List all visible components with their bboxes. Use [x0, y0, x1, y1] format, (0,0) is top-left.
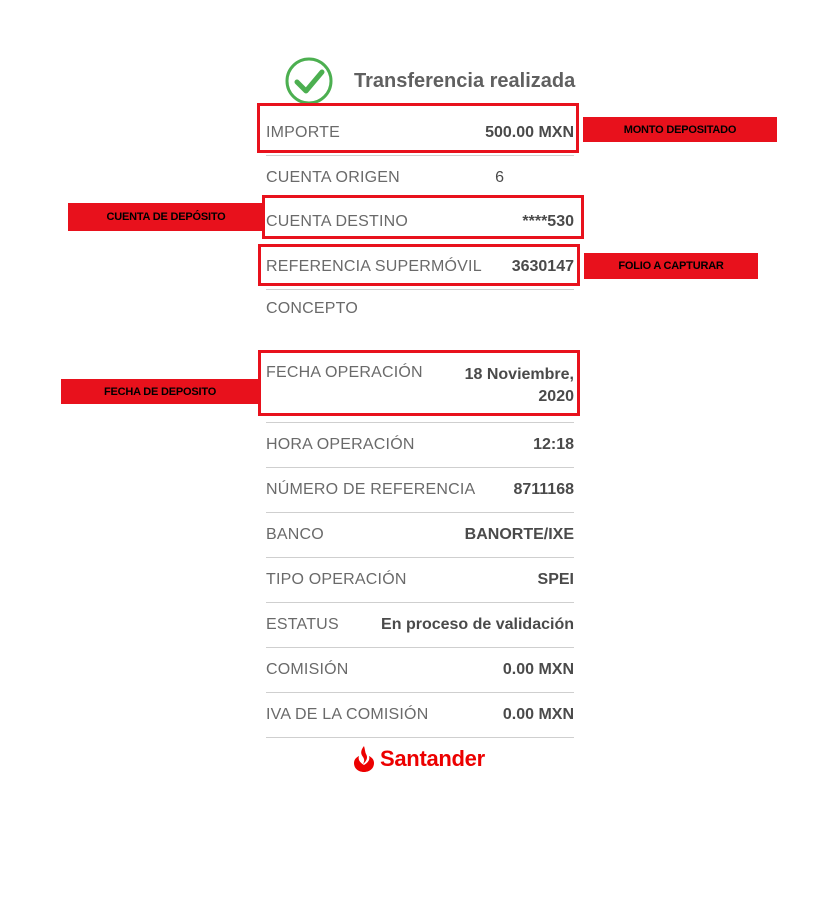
row-value: 12:18: [533, 436, 574, 453]
row-value: En proceso de validación: [381, 616, 574, 633]
highlight-referencia: [258, 244, 580, 286]
annotation-cuenta-deposito: CUENTA DE DEPÓSITO: [68, 203, 264, 231]
row-tipo-operacion: TIPO OPERACIÓN SPEI: [266, 558, 574, 603]
row-banco: BANCO BANORTE/IXE: [266, 513, 574, 558]
highlight-fecha: [258, 350, 580, 416]
row-cuenta-origen: CUENTA ORIGEN 6: [266, 156, 574, 200]
row-value: 0.00 MXN: [502, 706, 574, 723]
row-concepto: CONCEPTO: [266, 290, 574, 350]
row-iva-comision: IVA DE LA COMISIÓN 0.00 MXN: [266, 693, 574, 738]
row-label: CONCEPTO: [266, 300, 358, 317]
annotation-fecha-deposito: FECHA DE DEPOSITO: [61, 379, 259, 404]
row-label: TIPO OPERACIÓN: [266, 571, 407, 588]
santander-logo: Santander: [352, 744, 485, 774]
santander-flame-icon: [354, 746, 374, 772]
row-value: 8711168: [513, 481, 574, 498]
annotation-folio-capturar: FOLIO A CAPTURAR: [584, 253, 758, 279]
highlight-cuenta-destino: [262, 195, 584, 239]
page-title: Transferencia realizada: [354, 70, 576, 92]
row-label: COMISIÓN: [266, 661, 349, 678]
logo-text: Santander: [380, 746, 485, 771]
row-label: ESTATUS: [266, 616, 339, 633]
header: Transferencia realizada: [284, 56, 584, 106]
row-label: CUENTA ORIGEN: [266, 169, 400, 186]
row-label: BANCO: [266, 526, 324, 543]
row-hora-operacion: HORA OPERACIÓN 12:18: [266, 423, 574, 468]
row-value: SPEI: [537, 571, 574, 588]
check-circle-icon: [285, 57, 333, 105]
row-numero-referencia: NÚMERO DE REFERENCIA 8711168: [266, 468, 574, 513]
row-value: 6: [495, 169, 504, 186]
row-estatus: ESTATUS En proceso de validación: [266, 603, 574, 648]
annotation-monto-depositado: MONTO DEPOSITADO: [583, 117, 777, 142]
row-value: BANORTE/IXE: [464, 526, 574, 543]
row-label: IVA DE LA COMISIÓN: [266, 706, 429, 723]
row-label: HORA OPERACIÓN: [266, 436, 415, 453]
highlight-importe: [257, 103, 579, 153]
row-comision: COMISIÓN 0.00 MXN: [266, 648, 574, 693]
row-label: NÚMERO DE REFERENCIA: [266, 481, 476, 498]
row-value: 0.00 MXN: [502, 661, 574, 678]
